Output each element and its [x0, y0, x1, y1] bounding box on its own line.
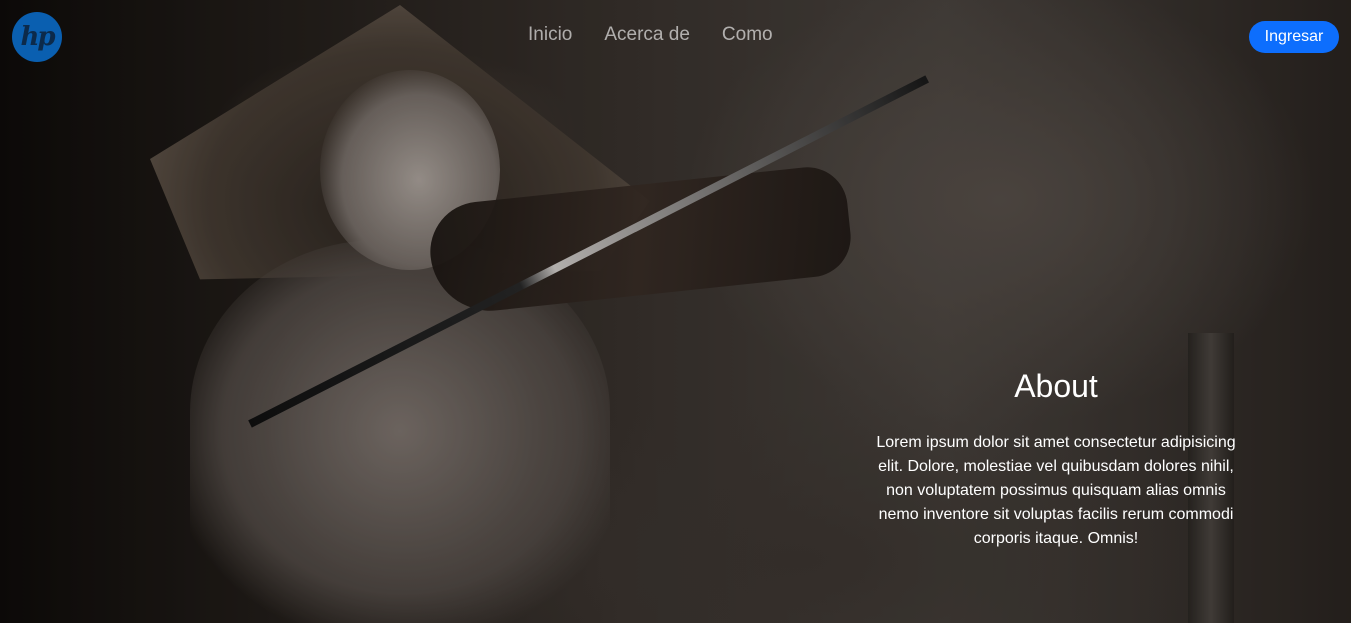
about-text: Lorem ipsum dolor sit amet consectetur a…: [876, 434, 1236, 547]
logo-text: hp: [20, 22, 55, 52]
navbar: hp Inicio Acerca de Como Ingresar: [0, 0, 1351, 74]
nav-link-acerca-de[interactable]: Acerca de: [604, 24, 690, 46]
about-section: About Lorem ipsum dolor sit amet consect…: [870, 368, 1242, 551]
nav-links: Inicio Acerca de Como: [528, 24, 773, 46]
about-title: About: [1014, 368, 1098, 404]
nav-link-como[interactable]: Como: [722, 24, 773, 46]
nav-link-inicio[interactable]: Inicio: [528, 24, 572, 46]
login-button[interactable]: Ingresar: [1249, 21, 1339, 53]
hp-logo[interactable]: hp: [12, 12, 62, 62]
